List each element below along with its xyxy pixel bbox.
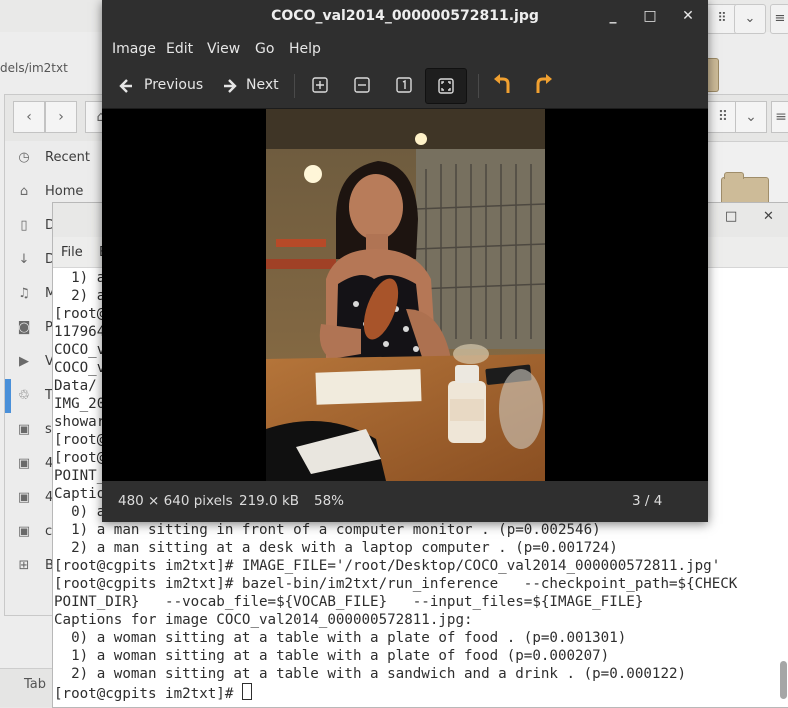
drive-icon: ▣: [17, 490, 31, 505]
arrow-left-icon: [119, 79, 132, 93]
menu-button[interactable]: ≡: [770, 4, 788, 34]
image-filesize: 219.0 kB: [239, 493, 300, 509]
terminal-line: [root@cgpits im2txt]#: [54, 683, 252, 702]
terminal-line: [root@cgpits im2txt]# bazel-bin/im2txt/r…: [54, 576, 738, 592]
terminal-line: 2) a woman sitting at a table with a san…: [54, 666, 687, 682]
menu-help[interactable]: Help: [289, 41, 321, 57]
forward-button[interactable]: ›: [45, 101, 77, 133]
terminal-line: 117964: [54, 324, 106, 340]
zoom-in-icon: [312, 77, 328, 93]
normal-size-button[interactable]: [384, 68, 424, 102]
file-manager-statusbar: Tab: [0, 668, 60, 707]
drive-icon: ▣: [17, 456, 31, 471]
close-button[interactable]: ✕: [679, 7, 697, 25]
minimize-button[interactable]: _: [604, 7, 622, 25]
trash-icon: ♲: [18, 388, 30, 403]
rotate-right-button[interactable]: [524, 68, 564, 102]
terminal-line: 2) a man sitting at a desk with a laptop…: [54, 540, 618, 556]
best-fit-button[interactable]: [425, 68, 467, 104]
drive-icon: ▣: [17, 524, 31, 539]
best-fit-icon: [438, 78, 454, 94]
terminal-line: 0) a: [54, 504, 106, 520]
music-icon: ♫: [18, 286, 30, 301]
terminal-line: 0) a woman sitting at a table with a pla…: [54, 630, 627, 646]
close-button[interactable]: ✕: [763, 209, 774, 224]
view-options-button[interactable]: ⌄: [734, 4, 766, 34]
terminal-line: Data/: [54, 378, 97, 394]
zoom-out-button[interactable]: [342, 68, 382, 102]
rotate-left-button[interactable]: [482, 68, 522, 102]
viewer-toolbar: Previous Next: [102, 64, 708, 109]
toolbar-separator: [478, 74, 479, 98]
next-button[interactable]: Next: [218, 70, 284, 100]
terminal-line: showar: [54, 414, 106, 430]
maximize-button[interactable]: □: [725, 209, 737, 224]
image-position: 3 / 4: [632, 493, 663, 509]
image-viewer-window: COCO_val2014_000000572811.jpg _ □ ✕ Imag…: [102, 0, 708, 522]
terminal-line: POINT_: [54, 468, 106, 484]
terminal-line: Captions for image COCO_val2014_00000057…: [54, 612, 473, 628]
menu-button[interactable]: ≡: [771, 101, 788, 133]
terminal-line: 1) a: [54, 270, 106, 286]
sidebar-item-recent[interactable]: ◷ Recent: [5, 141, 105, 175]
terminal-line: [root@cgpits im2txt]# IMAGE_FILE='/root/…: [54, 558, 721, 574]
menu-edit[interactable]: Edit: [166, 41, 193, 57]
viewer-statusbar: 480 × 640 pixels 219.0 kB 58% 3 / 4: [102, 481, 708, 522]
terminal-scrollbar[interactable]: [778, 267, 787, 703]
drive-icon: ▣: [17, 422, 31, 437]
normal-size-icon: [396, 77, 412, 93]
arrow-right-icon: [224, 79, 237, 93]
view-options-button[interactable]: ⌄: [735, 101, 767, 133]
network-icon: ⊞: [18, 558, 30, 573]
document-icon: ▯: [20, 218, 28, 233]
zoom-level: 58%: [314, 493, 345, 509]
terminal-cursor: [241, 683, 252, 700]
camera-icon: ◙: [17, 320, 31, 335]
terminal-line: [root@: [54, 306, 106, 322]
zoom-in-button[interactable]: [300, 68, 340, 102]
terminal-line: 1) a man sitting in front of a computer …: [54, 522, 601, 538]
rotate-left-icon: [494, 74, 510, 93]
terminal-line: COCO_v: [54, 360, 106, 376]
menu-view[interactable]: View: [207, 41, 240, 57]
previous-button[interactable]: Previous: [116, 70, 208, 100]
terminal-line: [root@: [54, 432, 106, 448]
toolbar-separator: [294, 74, 295, 98]
terminal-line: IMG_20: [54, 396, 106, 412]
menu-image[interactable]: Image: [112, 41, 156, 57]
image-canvas[interactable]: [102, 109, 708, 481]
back-button[interactable]: ‹: [13, 101, 45, 133]
video-icon: ▶: [19, 354, 29, 369]
displayed-photo: [266, 109, 545, 481]
zoom-out-icon: [354, 77, 370, 93]
maximize-button[interactable]: □: [641, 7, 659, 25]
home-icon: ⌂: [19, 184, 29, 199]
viewer-menubar: Image Edit View Go Help: [102, 34, 708, 64]
menu-go[interactable]: Go: [255, 41, 274, 57]
recent-icon: ◷: [18, 150, 30, 165]
rotate-right-icon: [536, 74, 552, 93]
download-icon: ↓: [18, 252, 30, 267]
image-dimensions: 480 × 640 pixels: [118, 493, 233, 509]
menu-file[interactable]: File: [61, 245, 83, 260]
viewer-titlebar: COCO_val2014_000000572811.jpg _ □ ✕: [102, 0, 708, 34]
terminal-line: COCO_v: [54, 342, 106, 358]
terminal-line: 1) a woman sitting at a table with a pla…: [54, 648, 610, 664]
terminal-line: Captio: [54, 486, 106, 502]
terminal-line: POINT_DIR} --vocab_file=${VOCAB_FILE} --…: [54, 594, 644, 610]
terminal-scrollbar-thumb[interactable]: [780, 661, 787, 699]
